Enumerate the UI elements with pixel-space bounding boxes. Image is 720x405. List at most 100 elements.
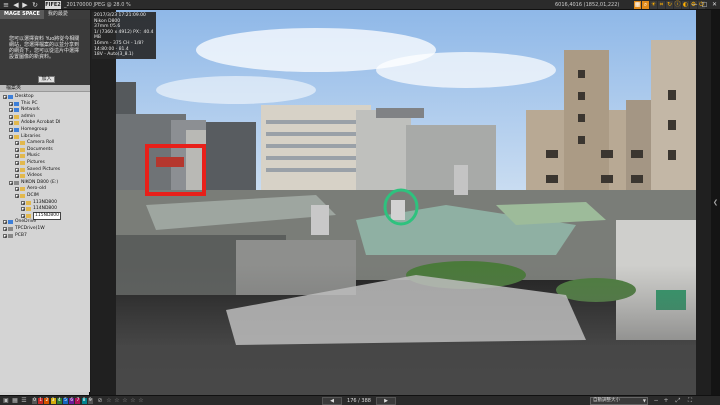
folder-icon bbox=[26, 200, 31, 205]
foreground-shadow bbox=[116, 345, 696, 395]
color-rating-5[interactable]: 5 bbox=[63, 398, 68, 404]
cloud bbox=[376, 52, 556, 88]
close-icon[interactable]: ✕ bbox=[710, 1, 719, 9]
forward-icon[interactable]: ▶ bbox=[21, 1, 29, 9]
color-rating-8[interactable]: 8 bbox=[81, 398, 87, 404]
tree-item-label: Libraries bbox=[21, 133, 41, 139]
file-title: _20170000 JPEG @ 28.0 % bbox=[64, 2, 131, 8]
menu-icon[interactable]: ≡ bbox=[2, 1, 10, 9]
tree-item[interactable]: + Pictures bbox=[15, 160, 45, 166]
tree-item[interactable]: +115ND800 bbox=[21, 211, 62, 220]
expand-icon[interactable]: + bbox=[21, 207, 25, 212]
expand-icon[interactable]: + bbox=[3, 95, 7, 100]
expand-icon[interactable]: + bbox=[15, 174, 19, 179]
zoom-out-icon[interactable]: − bbox=[652, 397, 660, 405]
tree-item[interactable]: + DCIM bbox=[15, 193, 39, 199]
tree-item[interactable]: + Videos bbox=[15, 173, 42, 179]
color-rating-6[interactable]: 6 bbox=[69, 398, 75, 404]
prev-image-button[interactable]: ◀ bbox=[322, 397, 342, 405]
tree-item-label: TPCDrive(1W bbox=[15, 226, 45, 231]
tree-item[interactable]: + PCB7 bbox=[3, 233, 27, 239]
fit-icon[interactable]: ⤢ bbox=[674, 397, 682, 405]
sun-icon[interactable]: ☀ bbox=[650, 1, 657, 9]
expand-icon[interactable]: + bbox=[15, 187, 19, 192]
list-view-icon[interactable]: ☰ bbox=[20, 397, 28, 405]
maximize-icon[interactable]: □ bbox=[700, 1, 709, 9]
next-image-button[interactable]: ▶ bbox=[376, 397, 396, 405]
tree-item[interactable]: + Music bbox=[15, 153, 40, 159]
tree-item[interactable]: + Libraries bbox=[9, 134, 40, 140]
color-rating-7[interactable]: 7 bbox=[75, 398, 81, 404]
tree-item[interactable]: + Homegroup bbox=[9, 127, 47, 133]
expand-icon[interactable]: + bbox=[15, 161, 19, 166]
rotate-icon[interactable]: ↻ bbox=[666, 1, 673, 9]
expand-icon[interactable]: + bbox=[21, 200, 25, 205]
tree-item[interactable]: + Adobe Acrobat DI bbox=[9, 120, 60, 126]
expand-icon[interactable]: + bbox=[15, 147, 19, 152]
color-rating-4[interactable]: 4 bbox=[56, 398, 62, 404]
expand-icon[interactable]: + bbox=[21, 213, 25, 218]
folder-icon[interactable]: ▣ bbox=[2, 397, 10, 405]
color-rating-3[interactable]: 3 bbox=[50, 398, 56, 404]
tree-item[interactable]: + Desktop bbox=[3, 94, 34, 100]
tree-item[interactable]: + NIKON D800 (E:) bbox=[9, 180, 58, 186]
star-icon[interactable]: ☆ bbox=[106, 397, 112, 405]
star-icon[interactable]: ☆ bbox=[138, 397, 144, 405]
zoom-icon[interactable]: ⌕ bbox=[642, 1, 649, 9]
grid-view-icon[interactable]: ▦ bbox=[11, 397, 19, 405]
expand-icon[interactable]: + bbox=[15, 141, 19, 146]
tab-image-space[interactable]: MAGE SPACE bbox=[0, 10, 44, 19]
folder-icon bbox=[20, 194, 25, 198]
expand-icon[interactable]: + bbox=[15, 154, 19, 159]
expand-icon[interactable]: + bbox=[9, 108, 13, 113]
chevron-left-icon[interactable]: ❮ bbox=[711, 198, 720, 208]
tree-item[interactable]: + Camera Roll bbox=[15, 140, 54, 146]
expand-icon[interactable]: + bbox=[9, 128, 13, 133]
fullscreen-icon[interactable]: ⛶ bbox=[686, 397, 694, 405]
tab-favorites[interactable]: 我的最愛 bbox=[44, 10, 72, 19]
image-viewer[interactable] bbox=[91, 10, 711, 395]
tree-item[interactable]: +113ND800 bbox=[21, 200, 57, 206]
expand-icon[interactable]: + bbox=[3, 233, 7, 238]
photo-canvas[interactable] bbox=[116, 10, 696, 395]
expand-icon[interactable]: + bbox=[15, 167, 19, 172]
tree-item[interactable]: + Saved Pictures bbox=[15, 167, 60, 173]
expand-icon[interactable]: + bbox=[9, 134, 13, 139]
refresh-icon[interactable]: ↻ bbox=[31, 1, 39, 9]
tree-item[interactable]: + Aero-old bbox=[15, 186, 46, 192]
tree-item-label: Adobe Acrobat DI bbox=[21, 120, 61, 126]
expand-icon[interactable]: + bbox=[9, 121, 13, 126]
expand-icon[interactable]: + bbox=[15, 194, 19, 199]
crop-icon[interactable]: ⌗ bbox=[658, 1, 665, 9]
tree-item[interactable]: + Network bbox=[9, 107, 40, 113]
color-rating-0[interactable]: 0 bbox=[32, 398, 37, 404]
tree-item-label: PCB7 bbox=[15, 232, 27, 238]
tree-item[interactable]: + Documents bbox=[15, 147, 53, 153]
add-button[interactable]: 加入 bbox=[38, 76, 55, 83]
tree-item[interactable]: + admin bbox=[9, 114, 35, 120]
expand-icon[interactable]: + bbox=[9, 180, 13, 185]
star-icon[interactable]: ☆ bbox=[130, 397, 136, 405]
mode-badge[interactable]: FIFE2 bbox=[45, 1, 61, 9]
tree-item[interactable]: + TPCDrive(1W bbox=[3, 226, 45, 232]
expand-icon[interactable]: + bbox=[3, 220, 7, 225]
folder-icon bbox=[8, 227, 13, 231]
reject-icon[interactable]: ⊘ bbox=[96, 397, 104, 405]
tree-item[interactable]: + OneDrive bbox=[3, 219, 36, 225]
minimize-icon[interactable]: — bbox=[690, 1, 699, 9]
color-rating-1[interactable]: 1 bbox=[38, 398, 44, 404]
back-icon[interactable]: ◀ bbox=[12, 1, 20, 9]
expand-icon[interactable]: + bbox=[3, 227, 7, 232]
expand-icon[interactable]: + bbox=[9, 114, 13, 119]
star-icon[interactable]: ☆ bbox=[122, 397, 128, 405]
grid-icon[interactable]: ▦ bbox=[634, 1, 641, 9]
star-icon[interactable]: ☆ bbox=[114, 397, 120, 405]
info-icon[interactable]: ⓘ bbox=[674, 1, 681, 9]
tree-item[interactable]: + This PC bbox=[9, 101, 37, 107]
zoom-in-icon[interactable]: + bbox=[662, 397, 670, 405]
expand-icon[interactable]: + bbox=[9, 101, 13, 106]
palette-icon[interactable]: ◐ bbox=[682, 1, 689, 9]
zoom-select[interactable]: 自動調整大小 ▼ bbox=[590, 397, 648, 405]
color-rating-2[interactable]: 2 bbox=[44, 398, 50, 404]
color-rating-9[interactable]: 9 bbox=[87, 398, 93, 404]
